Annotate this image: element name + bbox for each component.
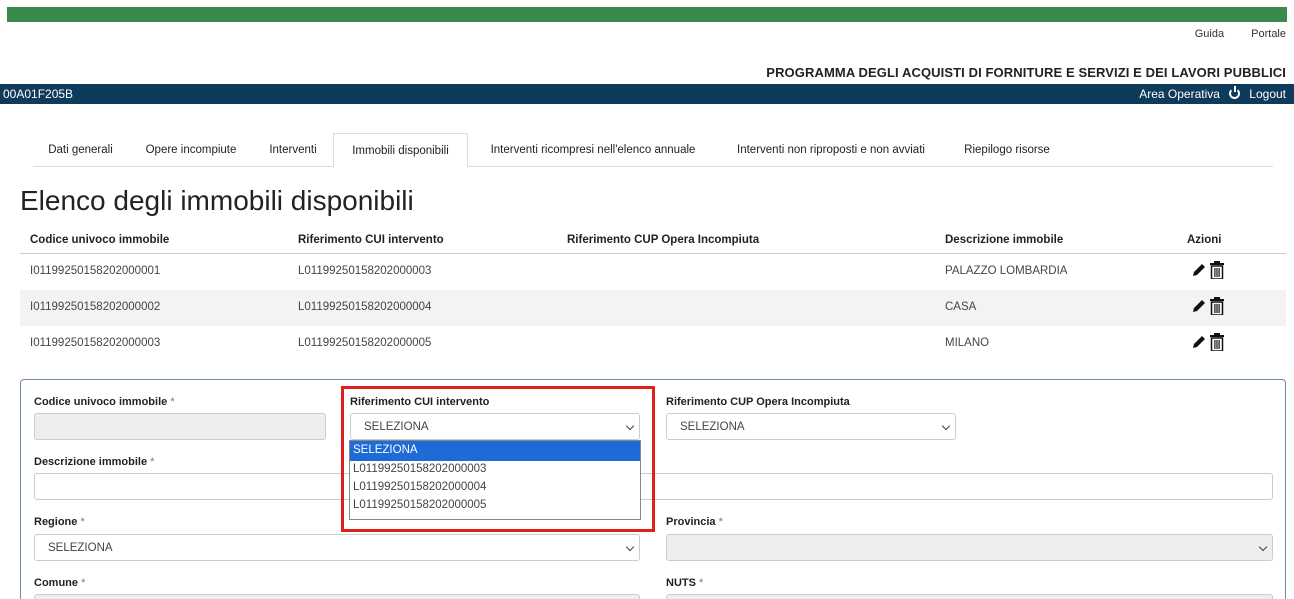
regione-label-text: Regione <box>34 516 78 528</box>
cup-label: Riferimento CUP Opera Incompiuta <box>666 396 850 408</box>
cell-cui: L01199250158202000005 <box>298 337 432 349</box>
top-brand-bar-fill <box>7 7 1287 22</box>
admin-code: 00A01F205B <box>3 87 74 101</box>
top-brand-bar <box>0 0 1294 22</box>
tab-opere-incompiute[interactable]: Opere incompiute <box>130 133 252 167</box>
cui-dropdown-list: SELEZIONA L01199250158202000003 L0119925… <box>349 440 641 520</box>
codice-input[interactable] <box>34 413 326 440</box>
required-mark: * <box>718 516 723 528</box>
regione-label: Regione * <box>34 516 85 528</box>
page-title: Elenco degli immobili disponibili <box>20 185 414 216</box>
portale-link[interactable]: Portale <box>1251 28 1286 40</box>
trash-icon[interactable] <box>1210 333 1224 351</box>
row-actions <box>1191 333 1224 351</box>
app-title: PROGRAMMA DEGLI ACQUISTI DI FORNITURE E … <box>766 65 1286 80</box>
row-actions <box>1191 297 1224 315</box>
trash-icon[interactable] <box>1210 261 1224 279</box>
tab-riepilogo-risorse[interactable]: Riepilogo risorse <box>946 133 1068 167</box>
chevron-down-icon <box>1258 542 1268 552</box>
required-mark: * <box>80 516 85 528</box>
table-row: I01199250158202000001 L01199250158202000… <box>20 254 1286 290</box>
pencil-icon[interactable] <box>1191 262 1207 278</box>
col-azioni: Azioni <box>1187 234 1222 246</box>
cell-descrizione: MILANO <box>945 337 990 349</box>
cup-select-value: SELEZIONA <box>680 421 745 433</box>
row-actions <box>1191 261 1224 279</box>
tab-interventi-elenco-annuale[interactable]: Interventi ricompresi nell'elenco annual… <box>470 133 716 167</box>
cell-cui: L01199250158202000003 <box>298 265 432 277</box>
cell-cui: L01199250158202000004 <box>298 301 432 313</box>
pencil-icon[interactable] <box>1191 334 1207 350</box>
dropdown-option[interactable]: L01199250158202000005 <box>350 497 640 515</box>
dropdown-option[interactable]: L01199250158202000004 <box>350 479 640 497</box>
area-operativa-link[interactable]: Area Operativa <box>1139 87 1220 101</box>
navbar: 00A01F205B Area Operativa Logout <box>0 84 1294 104</box>
tab-interventi[interactable]: Interventi <box>254 133 332 167</box>
power-icon <box>1229 86 1241 99</box>
col-descrizione: Descrizione immobile <box>945 234 1064 246</box>
cell-descrizione: PALAZZO LOMBARDIA <box>945 265 1068 277</box>
codice-label-text: Codice univoco immobile <box>34 396 168 408</box>
cell-codice: I01199250158202000002 <box>30 301 161 313</box>
col-codice: Codice univoco immobile <box>30 234 170 246</box>
comune-select[interactable] <box>34 594 640 599</box>
cui-label: Riferimento CUI intervento <box>350 396 490 408</box>
pencil-icon[interactable] <box>1191 298 1207 314</box>
col-cui: Riferimento CUI intervento <box>298 234 444 246</box>
required-mark: * <box>81 577 86 589</box>
table-header: Codice univoco immobile Riferimento CUI … <box>20 234 1286 254</box>
descrizione-label: Descrizione immobile * <box>34 456 154 468</box>
regione-select[interactable]: SELEZIONA <box>34 534 640 561</box>
cui-select[interactable]: SELEZIONA <box>350 413 640 440</box>
nuts-select[interactable] <box>666 594 1273 599</box>
descrizione-input[interactable] <box>34 473 1273 500</box>
table-row: I01199250158202000002 L01199250158202000… <box>20 290 1286 326</box>
comune-label: Comune * <box>34 577 85 589</box>
provincia-label: Provincia * <box>666 516 723 528</box>
chevron-down-icon <box>941 421 951 431</box>
required-mark: * <box>170 396 175 408</box>
cell-codice: I01199250158202000001 <box>30 265 161 277</box>
nuts-label: NUTS * <box>666 577 703 589</box>
tab-dati-generali[interactable]: Dati generali <box>33 133 128 167</box>
provincia-select[interactable] <box>666 534 1273 561</box>
tab-immobili-disponibili[interactable]: Immobili disponibili <box>333 133 468 168</box>
tab-interventi-non-riproposti[interactable]: Interventi non riproposti e non avviati <box>718 133 944 167</box>
chevron-down-icon <box>625 542 635 552</box>
chevron-down-icon <box>625 421 635 431</box>
tab-bar: Dati generali Opere incompiute Intervent… <box>33 133 1273 168</box>
cui-select-value: SELEZIONA <box>364 421 429 433</box>
codice-label: Codice univoco immobile * <box>34 396 175 408</box>
regione-select-value: SELEZIONA <box>48 542 113 554</box>
top-links: Guida Portale <box>1171 28 1286 40</box>
dropdown-option[interactable]: SELEZIONA <box>350 441 640 461</box>
col-cup: Riferimento CUP Opera Incompiuta <box>567 234 760 246</box>
cell-codice: I01199250158202000003 <box>30 337 161 349</box>
dropdown-option[interactable]: L01199250158202000003 <box>350 461 640 479</box>
required-mark: * <box>150 456 155 468</box>
cup-select[interactable]: SELEZIONA <box>666 413 956 440</box>
table-row: I01199250158202000003 L01199250158202000… <box>20 326 1286 362</box>
cell-descrizione: CASA <box>945 301 977 313</box>
descrizione-label-text: Descrizione immobile <box>34 456 148 468</box>
logout-label: Logout <box>1249 87 1286 101</box>
required-mark: * <box>699 577 704 589</box>
trash-icon[interactable] <box>1210 297 1224 315</box>
nuts-label-text: NUTS <box>666 577 696 589</box>
navbar-right: Area Operativa Logout <box>1133 86 1286 101</box>
provincia-label-text: Provincia <box>666 516 716 528</box>
comune-label-text: Comune <box>34 577 78 589</box>
logout-button[interactable]: Logout <box>1229 86 1286 101</box>
guida-link[interactable]: Guida <box>1195 28 1224 40</box>
